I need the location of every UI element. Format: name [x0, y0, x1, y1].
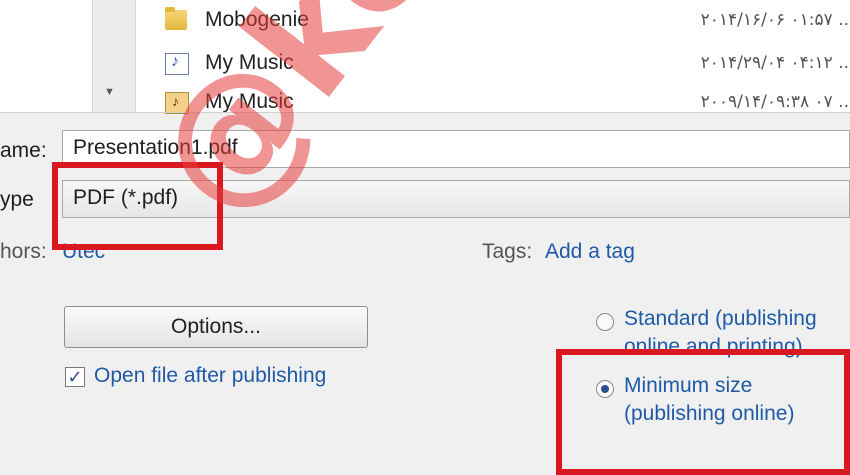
file-date: ٢٠١۴/١۶/٠۶ ٠١:۵٧ ..: [700, 10, 849, 30]
file-list-pane: ▼ Mobogenie ٢٠١۴/١۶/٠۶ ٠١:۵٧ .. My Music…: [0, 0, 850, 114]
type-highlight-box: [52, 162, 223, 250]
minimum-size-highlight-box: [556, 349, 850, 475]
music-shortcut-icon: [165, 53, 189, 75]
file-row[interactable]: My Music ٢٠١۴/٢٩/٠۴ ٠۴:١٢ ..: [165, 49, 850, 79]
scroll-down-arrow-icon[interactable]: ▼: [104, 86, 115, 98]
file-name: Mobogenie: [205, 8, 309, 31]
file-row[interactable]: My Music ٢٠٠٩/١۴/٠٧ ٠٩:٣٨ ..: [165, 88, 850, 118]
save-type-label: ype: [0, 188, 34, 211]
file-date: ٢٠١۴/٢٩/٠۴ ٠۴:١٢ ..: [700, 53, 849, 73]
standard-radio[interactable]: [596, 313, 614, 331]
file-name: My Music: [205, 51, 294, 74]
open-after-publishing-checkbox[interactable]: ✓: [65, 367, 85, 387]
add-tag-link[interactable]: Add a tag: [545, 240, 635, 264]
open-after-publishing-label[interactable]: Open file after publishing: [94, 364, 326, 388]
filename-label: ame:: [0, 139, 47, 162]
authors-label: hors:: [0, 240, 47, 263]
file-row[interactable]: Mobogenie ٢٠١۴/١۶/٠۶ ٠١:۵٧ ..: [165, 6, 850, 36]
standard-label-line1: Standard (publishing: [624, 307, 817, 330]
pane-divider: [0, 112, 850, 113]
file-date: ٢٠٠٩/١۴/٠٧ ٠٩:٣٨ ..: [700, 92, 849, 112]
tags-label: Tags:: [482, 240, 533, 263]
folder-icon: [165, 7, 187, 30]
file-name: My Music: [205, 90, 294, 113]
options-button[interactable]: Options...: [64, 306, 368, 348]
music-folder-icon: [165, 92, 189, 114]
